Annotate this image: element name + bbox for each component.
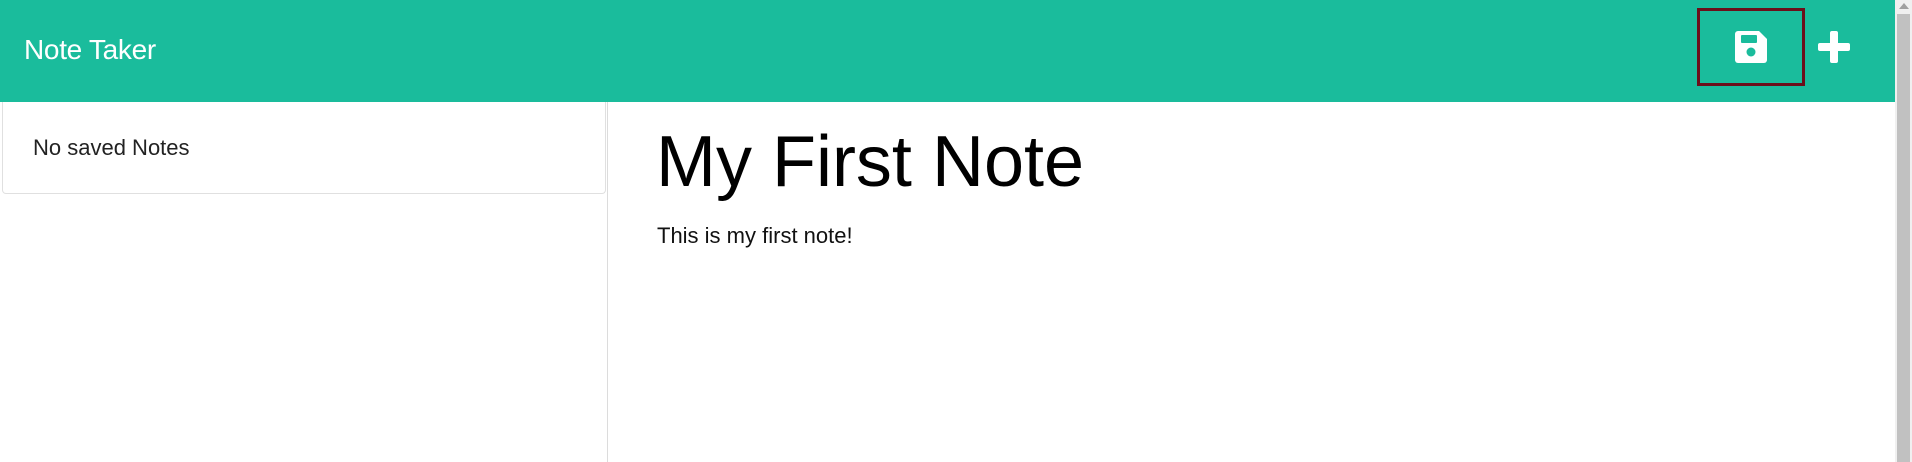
- note-taker-app: Note Taker No saved Notes My First Note …: [0, 0, 1912, 462]
- note-title[interactable]: My First Note: [656, 120, 1084, 204]
- note-editor: My First Note This is my first note!: [608, 102, 1895, 462]
- note-text[interactable]: This is my first note!: [657, 222, 853, 250]
- navbar: Note Taker: [0, 0, 1895, 102]
- notes-sidebar: No saved Notes: [0, 102, 608, 462]
- app-brand[interactable]: Note Taker: [24, 34, 156, 66]
- vertical-scrollbar[interactable]: [1895, 0, 1912, 462]
- plus-icon: [1818, 31, 1850, 63]
- list-item[interactable]: No saved Notes: [2, 102, 606, 194]
- list-item-label: No saved Notes: [33, 135, 190, 160]
- scroll-thumb[interactable]: [1897, 14, 1910, 462]
- new-note-button[interactable]: [1813, 22, 1855, 72]
- scroll-up-arrow-icon[interactable]: [1899, 3, 1909, 9]
- floppy-disk-icon: [1735, 31, 1767, 63]
- save-note-button[interactable]: [1697, 8, 1805, 86]
